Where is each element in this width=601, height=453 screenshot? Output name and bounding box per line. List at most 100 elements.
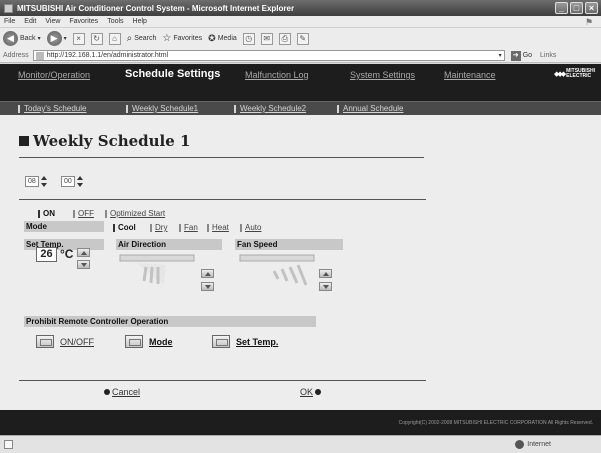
copyright-text: Copyright(C) 2002-2008 MITSUBISHI ELECTR…: [398, 420, 593, 426]
subtab-todays-schedule[interactable]: Today's Schedule: [18, 104, 86, 113]
status-bar: Internet: [0, 435, 601, 453]
menu-edit[interactable]: Edit: [24, 18, 36, 25]
prohibit-set-temp[interactable]: Set Temp.: [212, 335, 278, 348]
title-divider: [19, 157, 424, 158]
go-button[interactable]: ➜ Go: [510, 50, 532, 61]
page-footer: Copyright(C) 2002-2008 MITSUBISHI ELECTR…: [0, 410, 601, 435]
hour-spin-arrows-icon[interactable]: [40, 176, 48, 187]
prohibit-set-temp-link[interactable]: Set Temp.: [236, 337, 278, 347]
tab-monitor-operation[interactable]: Monitor/Operation: [18, 70, 90, 80]
time-divider: [19, 199, 426, 200]
subtab-weekly-schedule2[interactable]: Weekly Schedule2: [234, 104, 306, 113]
menu-favorites[interactable]: Favorites: [69, 18, 98, 25]
ok-button[interactable]: OK: [300, 387, 322, 397]
minute-spinner[interactable]: 00: [61, 176, 84, 187]
search-button[interactable]: ⌕ Search: [127, 33, 157, 44]
bottom-divider: [19, 380, 426, 381]
mitsubishi-logo: ◆◆◆ MITSUBISHI ELECTRIC: [553, 68, 595, 79]
minimize-button[interactable]: _: [555, 2, 568, 14]
mode-fan[interactable]: Fan: [179, 223, 198, 232]
maximize-button[interactable]: □: [570, 2, 583, 14]
media-button[interactable]: ✪ Media: [208, 33, 237, 44]
schedule-form: Weekly Schedule 1 08 00 ON OFF Optimized…: [0, 115, 601, 410]
menu-file[interactable]: File: [4, 18, 15, 25]
security-zone: Internet: [515, 440, 551, 449]
go-arrow-icon: ➜: [510, 50, 521, 61]
menu-tools[interactable]: Tools: [107, 18, 123, 25]
set-temp-value: 26: [36, 247, 57, 262]
refresh-icon[interactable]: ↻: [90, 32, 103, 45]
remote-controller-icon: [36, 335, 54, 348]
schedule-subnavigation: Today's Schedule Weekly Schedule1 Weekly…: [0, 101, 601, 115]
stop-icon[interactable]: ×: [72, 32, 85, 45]
air-direction-down-button[interactable]: [201, 282, 214, 291]
subtab-annual-schedule[interactable]: Annual Schedule: [337, 104, 404, 113]
title-square-icon: [19, 136, 29, 146]
forward-button[interactable]: ▶ ▾: [46, 31, 67, 46]
temp-up-button[interactable]: [77, 248, 90, 257]
mode-dry[interactable]: Dry: [150, 223, 167, 232]
window-titlebar: MITSUBISHI Air Conditioner Control Syste…: [0, 0, 601, 16]
search-icon: ⌕: [126, 33, 133, 44]
address-bar: Address http://192.168.1.1/en/administra…: [0, 49, 601, 63]
mode-auto[interactable]: Auto: [240, 223, 261, 232]
minute-value[interactable]: 00: [61, 176, 75, 187]
prohibit-onoff-link[interactable]: ON/OFF: [60, 337, 94, 347]
window-title: MITSUBISHI Air Conditioner Control Syste…: [17, 3, 295, 13]
edit-icon[interactable]: ✎: [296, 32, 309, 45]
favorites-button[interactable]: ☆ Favorites: [162, 33, 202, 44]
menubar: File Edit View Favorites Tools Help: [0, 16, 601, 27]
back-arrow-icon: ◀: [3, 31, 18, 46]
prohibit-onoff[interactable]: ON/OFF: [36, 335, 94, 348]
page-icon: [35, 51, 44, 60]
optimized-start-option[interactable]: Optimized Start: [105, 209, 165, 218]
prohibit-mode-link[interactable]: Mode: [149, 337, 173, 347]
address-label: Address: [3, 52, 29, 59]
mode-heat[interactable]: Heat: [207, 223, 229, 232]
remote-controller-prohibited-icon: [212, 335, 230, 348]
history-icon[interactable]: ◷: [242, 32, 255, 45]
fan-speed-down-button[interactable]: [319, 282, 332, 291]
temp-down-button[interactable]: [77, 260, 90, 269]
address-input[interactable]: http://192.168.1.1/en/administrator.html…: [32, 50, 505, 61]
tab-maintenance[interactable]: Maintenance: [444, 70, 496, 80]
tab-schedule-settings[interactable]: Schedule Settings: [125, 68, 220, 80]
off-option[interactable]: OFF: [73, 209, 94, 218]
hour-value[interactable]: 08: [25, 176, 39, 187]
close-button[interactable]: ×: [585, 2, 598, 14]
mail-icon[interactable]: ✉: [260, 32, 273, 45]
page-title: Weekly Schedule 1: [19, 132, 190, 150]
fan-speed-up-button[interactable]: [319, 269, 332, 278]
print-icon[interactable]: ⎙: [278, 32, 291, 45]
cancel-button[interactable]: Cancel: [104, 387, 140, 397]
on-option[interactable]: ON: [38, 209, 55, 218]
air-direction-label: Air Direction: [116, 239, 222, 250]
prohibit-label: Prohibit Remote Controller Operation: [24, 316, 316, 327]
back-button[interactable]: ◀ Back ▾: [3, 31, 41, 46]
menu-view[interactable]: View: [45, 18, 60, 25]
hour-spinner[interactable]: 08: [25, 176, 48, 187]
home-icon[interactable]: ⌂: [108, 32, 121, 45]
tab-system-settings[interactable]: System Settings: [350, 70, 415, 80]
cancel-bullet-icon: [104, 389, 110, 395]
tab-malfunction-log[interactable]: Malfunction Log: [245, 70, 309, 80]
temp-unit: °C: [60, 247, 74, 261]
address-value: http://192.168.1.1/en/administrator.html: [46, 52, 169, 59]
address-dropdown-icon[interactable]: ▾: [499, 52, 502, 59]
star-icon: ☆: [162, 33, 172, 44]
fan-speed-icon: [239, 254, 315, 286]
air-direction-up-button[interactable]: [201, 269, 214, 278]
mode-cool[interactable]: Cool: [113, 223, 136, 232]
media-icon: ✪: [208, 33, 216, 43]
minute-spin-arrows-icon[interactable]: [76, 176, 84, 187]
subtab-weekly-schedule1[interactable]: Weekly Schedule1: [126, 104, 198, 113]
prohibit-mode[interactable]: Mode: [125, 335, 173, 348]
menu-help[interactable]: Help: [133, 18, 147, 25]
mode-label: Mode: [24, 221, 104, 232]
ie-window-icon: [4, 3, 13, 13]
main-navigation: Monitor/Operation Schedule Settings Malf…: [0, 64, 601, 101]
forward-arrow-icon: ▶: [46, 31, 62, 46]
links-button[interactable]: Links: [540, 52, 556, 59]
ok-bullet-icon: [315, 389, 322, 395]
three-diamonds-icon: ◆◆◆: [553, 71, 566, 78]
